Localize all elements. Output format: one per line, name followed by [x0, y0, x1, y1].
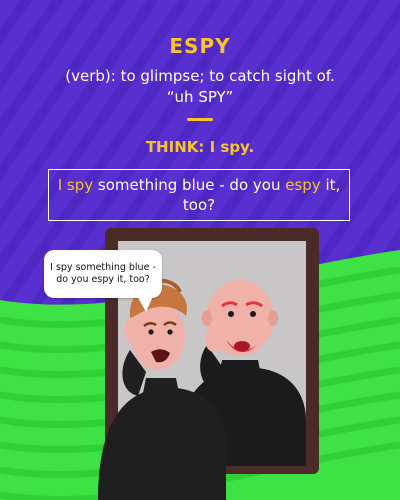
- vocab-card: ESPY (verb): to glimpse; to catch sight …: [0, 0, 400, 500]
- speech-bubble: I spy something blue - do you espy it, t…: [44, 250, 162, 298]
- speech-bubble-tail: [136, 294, 154, 312]
